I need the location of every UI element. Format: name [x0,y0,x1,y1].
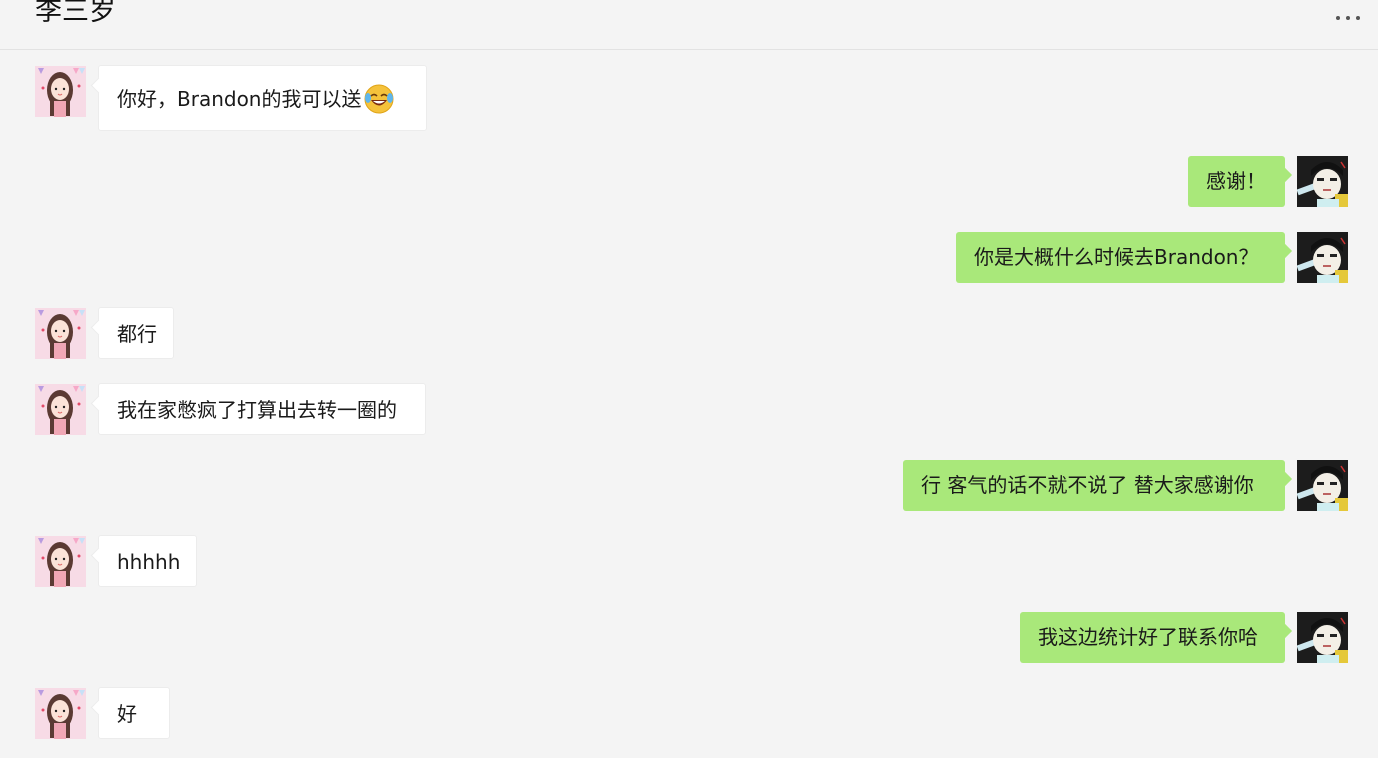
message-text: hhhhh [117,550,181,574]
message-bubble[interactable]: 你是大概什么时候去Brandon？ [956,232,1285,283]
message-text: 好 [117,702,137,726]
message-bubble[interactable]: 感谢！ [1188,156,1285,207]
message-text: 你是大概什么时候去Brandon？ [974,245,1259,269]
message-text: 都行 [117,322,157,346]
my-avatar[interactable] [1297,612,1348,663]
message-bubble[interactable]: 好 [98,687,170,739]
chat-title: 李三岁 [35,0,116,27]
message-bubble[interactable]: 你好，Brandon的我可以送 [98,65,427,131]
contact-avatar[interactable] [35,308,86,359]
message-text: 我这边统计好了联系你哈 [1038,625,1258,649]
message-bubble[interactable]: hhhhh [98,535,197,587]
more-dots-icon[interactable] [1336,8,1366,28]
chat-header: 李三岁 [0,0,1378,50]
message-text: 行 客气的话不就不说了 替大家感谢你 [921,473,1254,497]
message-bubble[interactable]: 我在家憋疯了打算出去转一圈的 [98,383,426,435]
message-bubble[interactable]: 都行 [98,307,174,359]
message-text: 感谢！ [1206,169,1266,193]
rolling-on-floor-laughing-emoji [364,84,394,114]
contact-avatar[interactable] [35,536,86,587]
message-bubble[interactable]: 我这边统计好了联系你哈 [1020,612,1285,663]
my-avatar[interactable] [1297,232,1348,283]
my-avatar[interactable] [1297,156,1348,207]
message-bubble[interactable]: 行 客气的话不就不说了 替大家感谢你 [903,460,1285,511]
message-text: 你好，Brandon的我可以送 [117,87,362,111]
message-text: 我在家憋疯了打算出去转一圈的 [117,398,397,422]
my-avatar[interactable] [1297,460,1348,511]
contact-avatar[interactable] [35,66,86,117]
contact-avatar[interactable] [35,688,86,739]
contact-avatar[interactable] [35,384,86,435]
